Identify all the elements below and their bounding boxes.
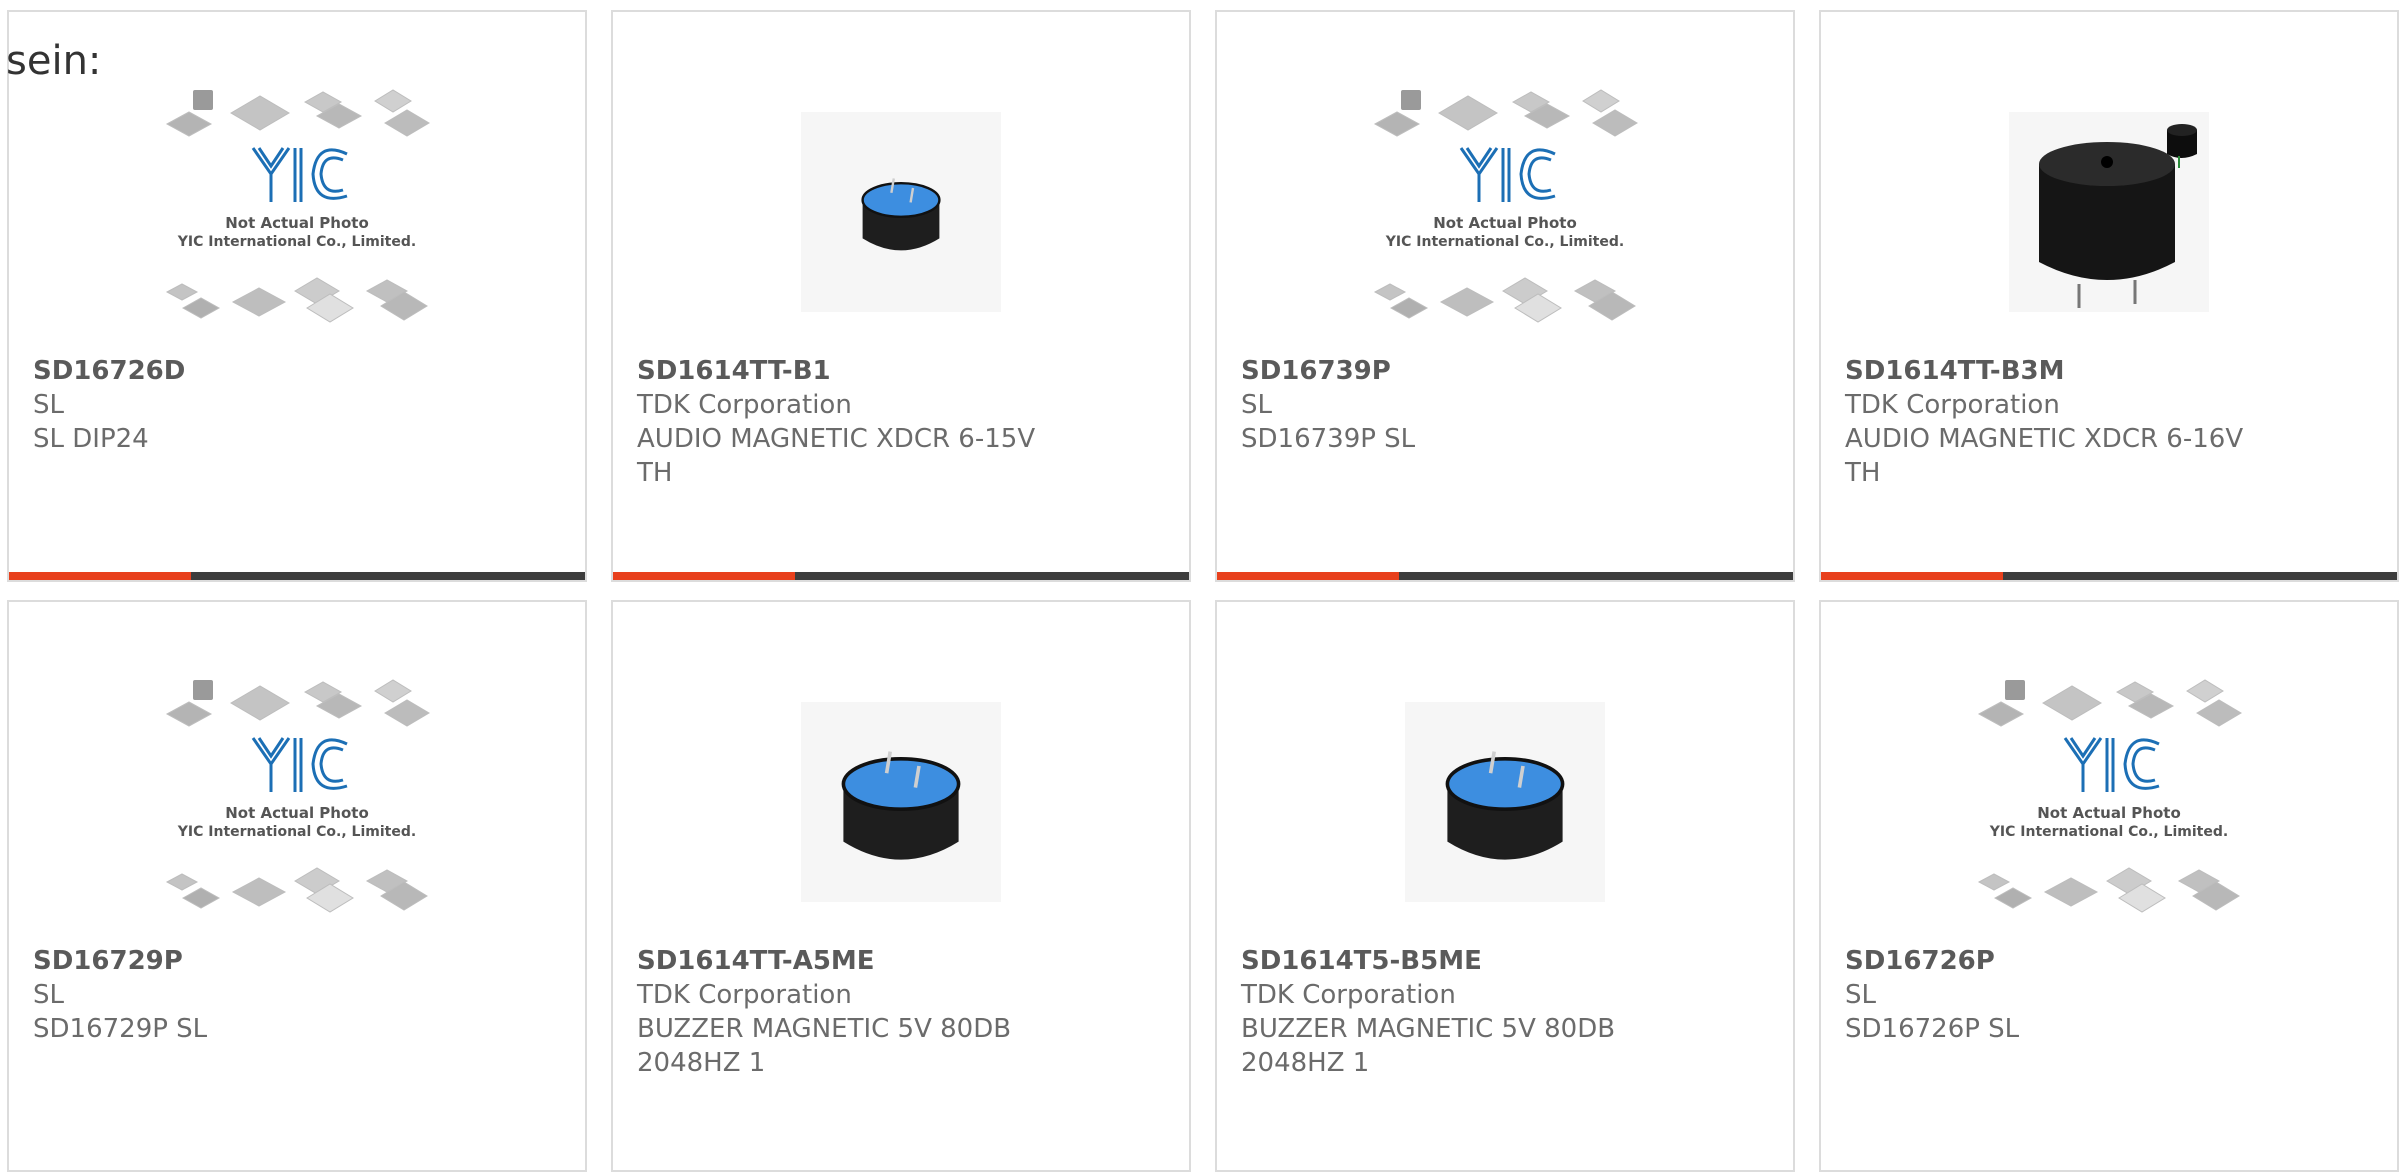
product-description: SD16726P SL — [1845, 1014, 2020, 1044]
card-bottom-bar — [1217, 572, 1793, 580]
product-info: SD16739P SL SD16739P SL — [1241, 354, 1773, 456]
card-bottom-bar — [9, 572, 585, 580]
card-accent-bar — [1217, 572, 1399, 580]
svg-text:YIC International Co., Limited: YIC International Co., Limited. — [177, 824, 416, 840]
product-image[interactable]: Not Actual Photo YIC International Co., … — [9, 662, 585, 942]
card-bottom-bar — [613, 572, 1189, 580]
product-card[interactable]: SD1614TT-B3M TDK Corporation AUDIO MAGNE… — [1819, 10, 2399, 582]
product-manufacturer: TDK Corporation — [1845, 390, 2060, 420]
buzzer-image-frame — [2009, 112, 2209, 312]
product-info: SD1614TT-A5ME TDK Corporation BUZZER MAG… — [637, 944, 1169, 1080]
product-info: SD16729P SL SD16729P SL — [33, 944, 565, 1046]
svg-text:Not Actual Photo: Not Actual Photo — [225, 214, 369, 232]
product-part-number[interactable]: SD1614T5-B5ME — [1241, 944, 1773, 978]
product-description: SD16729P SL — [33, 1014, 208, 1044]
product-part-number[interactable]: SD16726D — [33, 354, 565, 388]
buzzer-image-frame — [1405, 702, 1605, 902]
product-manufacturer: TDK Corporation — [1241, 980, 1456, 1010]
product-manufacturer: SL — [33, 390, 64, 420]
product-manufacturer: SL — [1241, 390, 1272, 420]
buzzer-image-frame — [801, 112, 1001, 312]
svg-text:YIC International Co., Limited: YIC International Co., Limited. — [1989, 824, 2228, 840]
product-info: SD1614T5-B5ME TDK Corporation BUZZER MAG… — [1241, 944, 1773, 1080]
product-part-number[interactable]: SD1614TT-B3M — [1845, 354, 2377, 388]
buzzer-image — [841, 751, 961, 860]
product-image[interactable] — [1217, 662, 1793, 942]
product-image[interactable]: Not Actual Photo YIC International Co., … — [1217, 72, 1793, 352]
yic-placeholder-image: Not Actual Photo YIC International Co., … — [1373, 89, 1638, 323]
product-info: SD16726P SL SD16726P SL — [1845, 944, 2377, 1046]
product-manufacturer: SL — [33, 980, 64, 1010]
product-card[interactable]: SD1614TT-B1 TDK Corporation AUDIO MAGNET… — [611, 10, 1191, 582]
product-card[interactable]: SD1614TT-A5ME TDK Corporation BUZZER MAG… — [611, 600, 1191, 1172]
product-info: SD16726D SL SL DIP24 — [33, 354, 565, 456]
product-manufacturer: SL — [1845, 980, 1876, 1010]
product-card[interactable]: Not Actual Photo YIC International Co., … — [7, 600, 587, 1172]
product-grid: Not Actual Photo YIC International Co., … — [7, 10, 2399, 1172]
product-description: AUDIO MAGNETIC XDCR 6-16V TH — [1845, 424, 2244, 488]
buzzer-image-frame — [801, 702, 1001, 902]
product-part-number[interactable]: SD16726P — [1845, 944, 2377, 978]
product-image[interactable] — [613, 662, 1189, 942]
product-image[interactable]: Not Actual Photo YIC International Co., … — [9, 72, 585, 352]
product-image[interactable] — [613, 72, 1189, 352]
yic-placeholder-image: Not Actual Photo YIC International Co., … — [165, 679, 430, 913]
product-card[interactable]: SD1614T5-B5ME TDK Corporation BUZZER MAG… — [1215, 600, 1795, 1172]
product-manufacturer: TDK Corporation — [637, 390, 852, 420]
product-part-number[interactable]: SD16739P — [1241, 354, 1773, 388]
product-description: SD16739P SL — [1241, 424, 1416, 454]
product-description: BUZZER MAGNETIC 5V 80DB 2048HZ 1 — [637, 1014, 1012, 1078]
svg-text:YIC International Co., Limited: YIC International Co., Limited. — [177, 234, 416, 250]
buzzer-image — [1445, 751, 1565, 860]
product-info: SD1614TT-B3M TDK Corporation AUDIO MAGNE… — [1845, 354, 2377, 490]
product-info: SD1614TT-B1 TDK Corporation AUDIO MAGNET… — [637, 354, 1169, 490]
svg-text:Not Actual Photo: Not Actual Photo — [1433, 214, 1577, 232]
svg-text:Not Actual Photo: Not Actual Photo — [225, 804, 369, 822]
card-accent-bar — [9, 572, 191, 580]
yic-placeholder-image: Not Actual Photo YIC International Co., … — [165, 89, 430, 323]
product-description: BUZZER MAGNETIC 5V 80DB 2048HZ 1 — [1241, 1014, 1616, 1078]
svg-text:YIC International Co., Limited: YIC International Co., Limited. — [1385, 234, 1624, 250]
svg-text:Not Actual Photo: Not Actual Photo — [2037, 804, 2181, 822]
product-description: SL DIP24 — [33, 424, 149, 454]
product-image[interactable] — [1821, 72, 2397, 352]
card-accent-bar — [1821, 572, 2003, 580]
product-part-number[interactable]: SD1614TT-A5ME — [637, 944, 1169, 978]
product-card[interactable]: Not Actual Photo YIC International Co., … — [7, 10, 587, 582]
product-manufacturer: TDK Corporation — [637, 980, 852, 1010]
product-card[interactable]: Not Actual Photo YIC International Co., … — [1215, 10, 1795, 582]
card-bottom-bar — [1821, 572, 2397, 580]
product-part-number[interactable]: SD16729P — [33, 944, 565, 978]
buzzer-image — [861, 178, 941, 251]
product-part-number[interactable]: SD1614TT-B1 — [637, 354, 1169, 388]
product-image[interactable]: Not Actual Photo YIC International Co., … — [1821, 662, 2397, 942]
card-accent-bar — [613, 572, 795, 580]
intro-text: sein: — [6, 38, 102, 84]
buzzer-black-image — [2039, 124, 2197, 308]
product-description: AUDIO MAGNETIC XDCR 6-15V TH — [637, 424, 1036, 488]
product-card[interactable]: Not Actual Photo YIC International Co., … — [1819, 600, 2399, 1172]
yic-placeholder-image: Not Actual Photo YIC International Co., … — [1977, 679, 2242, 913]
